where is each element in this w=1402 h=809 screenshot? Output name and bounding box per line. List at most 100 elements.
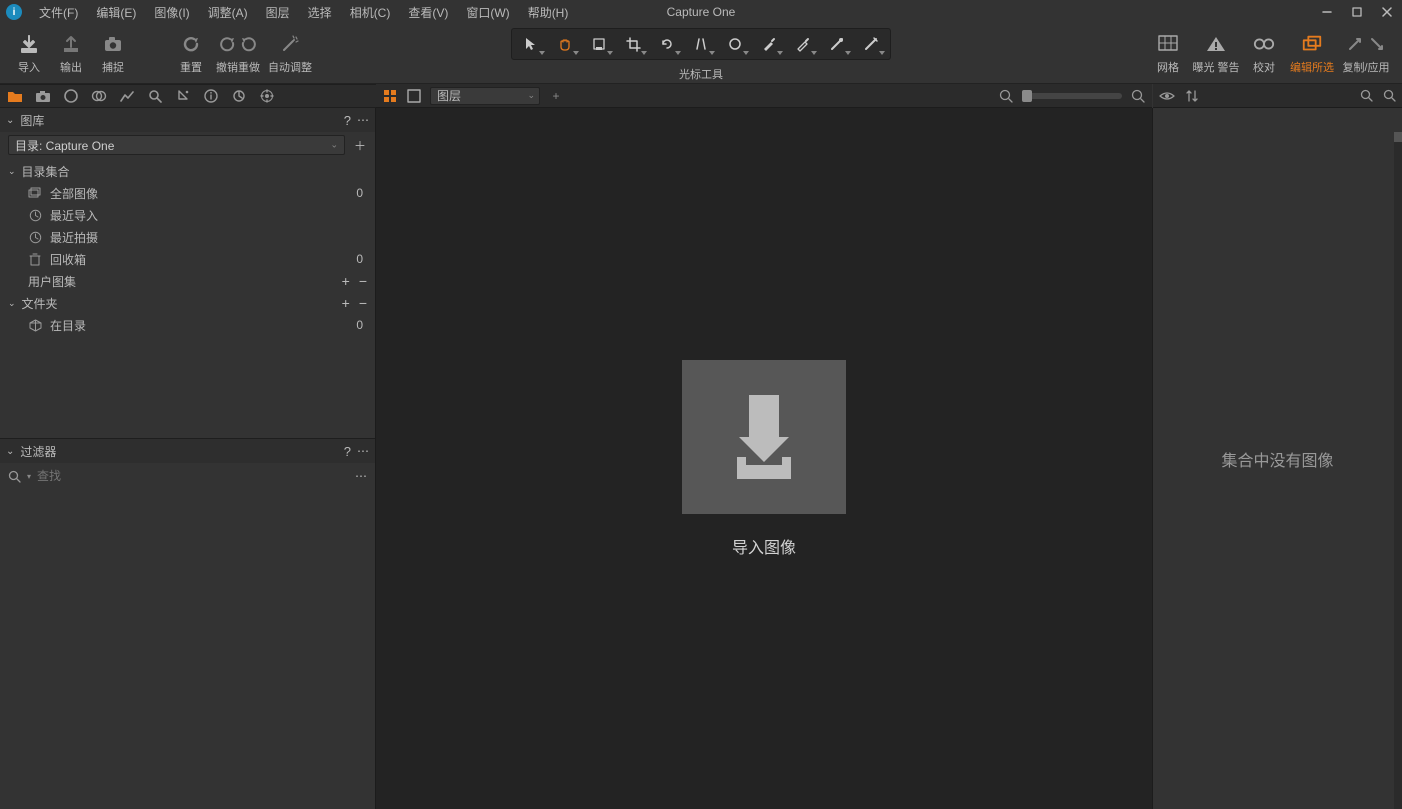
tab-library-icon[interactable] [6,87,24,105]
cursor-select-tool[interactable] [514,31,548,57]
auto-adjust-button[interactable]: 自动调整 [264,24,316,83]
search-icon-2[interactable] [1383,89,1396,102]
section-user-collection[interactable]: 用户图集 + − [0,270,375,292]
cursor-loupe-tool[interactable] [582,31,616,57]
add-layer-icon[interactable]: + [548,88,564,104]
zoom-out-icon[interactable] [998,88,1014,104]
menu-camera[interactable]: 相机(C) [341,1,400,24]
filter-panel-header[interactable]: ⌄ 过滤器 ? ⋯ [0,439,375,463]
proof-button[interactable]: 校对 [1240,33,1288,75]
tab-output-icon[interactable] [230,87,248,105]
add-collection-button[interactable]: + [342,273,350,289]
tab-color-icon[interactable] [90,87,108,105]
cursor-tools: 光标工具 [511,28,891,82]
menu-layer[interactable]: 图层 [257,1,299,24]
section-catalog-collection[interactable]: ⌄ 目录集合 [0,160,375,182]
copy-apply-button[interactable]: 复制/应用 [1336,33,1396,75]
tree-item-trash[interactable]: 回收箱 0 [0,248,375,270]
library-panel-header[interactable]: ⌄ 图库 ? ⋯ [0,108,375,132]
scrollbar[interactable] [1394,132,1402,809]
item-count: 0 [356,186,367,200]
slider-thumb[interactable] [1022,90,1032,102]
chevron-down-icon: ⌄ [6,446,14,457]
cube-icon [28,318,42,332]
cursor-heal-tool[interactable] [854,31,888,57]
zoom-slider[interactable] [1022,93,1122,99]
section-folders[interactable]: ⌄ 文件夹 + − [0,292,375,314]
capture-button[interactable]: 捕捉 [92,24,134,83]
help-icon[interactable]: ? [344,113,351,128]
zoom-in-icon[interactable] [1130,88,1146,104]
import-images-tile[interactable] [682,360,846,514]
remove-collection-button[interactable]: − [359,273,367,289]
grid-label: 网格 [1157,59,1179,75]
window-close-button[interactable] [1372,0,1402,24]
eye-icon[interactable] [1159,90,1175,102]
sort-icon[interactable] [1185,89,1199,103]
undo-redo-label: 撤销重做 [216,59,260,75]
chevron-down-icon: ⌄ [6,115,14,126]
cursor-keystone-tool[interactable] [684,31,718,57]
tab-metadata-icon[interactable] [202,87,220,105]
menu-view[interactable]: 查看(V) [399,1,457,24]
cursor-eraser-tool[interactable] [786,31,820,57]
tab-batch-icon[interactable] [258,87,276,105]
tab-exposure-icon[interactable] [118,87,136,105]
item-count: 0 [356,252,367,266]
export-label: 输出 [60,59,82,75]
reset-button[interactable]: 重置 [170,24,212,83]
tab-capture-icon[interactable] [34,87,52,105]
help-icon[interactable]: ? [344,444,351,459]
import-button[interactable]: 导入 [8,24,50,83]
edit-selected-button[interactable]: 编辑所选 [1288,33,1336,75]
layer-select-label: 图层 [437,87,461,104]
tree-item-recent-import[interactable]: 最近导入 [0,204,375,226]
exposure-warning-button[interactable]: 曝光 警告 [1192,33,1240,75]
tree-item-recent-capture[interactable]: 最近拍摄 [0,226,375,248]
remove-folder-button[interactable]: − [359,295,367,311]
catalog-selector[interactable]: 目录: Capture One ⌄ [8,135,345,155]
clock-icon [28,230,42,244]
tab-lens-icon[interactable] [62,87,80,105]
cursor-rotate-tool[interactable] [650,31,684,57]
cursor-spot-tool[interactable] [718,31,752,57]
more-icon[interactable]: ⋯ [357,444,369,458]
menu-adjust[interactable]: 调整(A) [199,1,257,24]
search-icon[interactable] [1360,89,1373,102]
more-icon[interactable]: ⋯ [357,113,369,127]
tab-details-icon[interactable] [146,87,164,105]
more-icon[interactable]: ⋯ [355,469,367,483]
cursor-hand-tool[interactable] [548,31,582,57]
tree-item-in-catalog[interactable]: 在目录 0 [0,314,375,336]
viewer-toolbar: 图层 ⌄ + [376,84,1152,108]
undo-redo-button[interactable]: 撤销重做 [212,24,264,83]
add-folder-button[interactable]: + [342,295,350,311]
cursor-gradient-tool[interactable] [820,31,854,57]
tab-adjustments-icon[interactable] [174,87,192,105]
menu-select[interactable]: 选择 [299,1,341,24]
cursor-crop-tool[interactable] [616,31,650,57]
item-label: 回收箱 [50,251,86,268]
tool-tab-strip [0,84,376,108]
layer-selector[interactable]: 图层 ⌄ [430,87,540,105]
scrollbar-thumb[interactable] [1394,132,1402,142]
export-button[interactable]: 输出 [50,24,92,83]
filter-search-row: ▾ ⋯ [0,463,375,489]
cursor-tools-label: 光标工具 [679,66,723,82]
menu-file[interactable]: 文件(F) [30,1,87,24]
menu-image[interactable]: 图像(I) [145,1,198,24]
cursor-brush-tool[interactable] [752,31,786,57]
filter-search-input[interactable] [37,469,349,483]
window-maximize-button[interactable] [1342,0,1372,24]
tree-item-all-images[interactable]: 全部图像 0 [0,182,375,204]
single-view-icon[interactable] [406,88,422,104]
add-catalog-button[interactable]: ＋ [353,138,367,152]
grid-button[interactable]: 网格 [1144,33,1192,75]
thumbnail-grid-icon[interactable] [382,88,398,104]
window-minimize-button[interactable] [1312,0,1342,24]
menu-window[interactable]: 窗口(W) [457,1,518,24]
search-dropdown-icon[interactable]: ▾ [27,472,31,481]
menu-edit[interactable]: 编辑(E) [87,1,145,24]
menu-help[interactable]: 帮助(H) [519,1,578,24]
exposure-warning-label: 曝光 警告 [1192,59,1239,75]
